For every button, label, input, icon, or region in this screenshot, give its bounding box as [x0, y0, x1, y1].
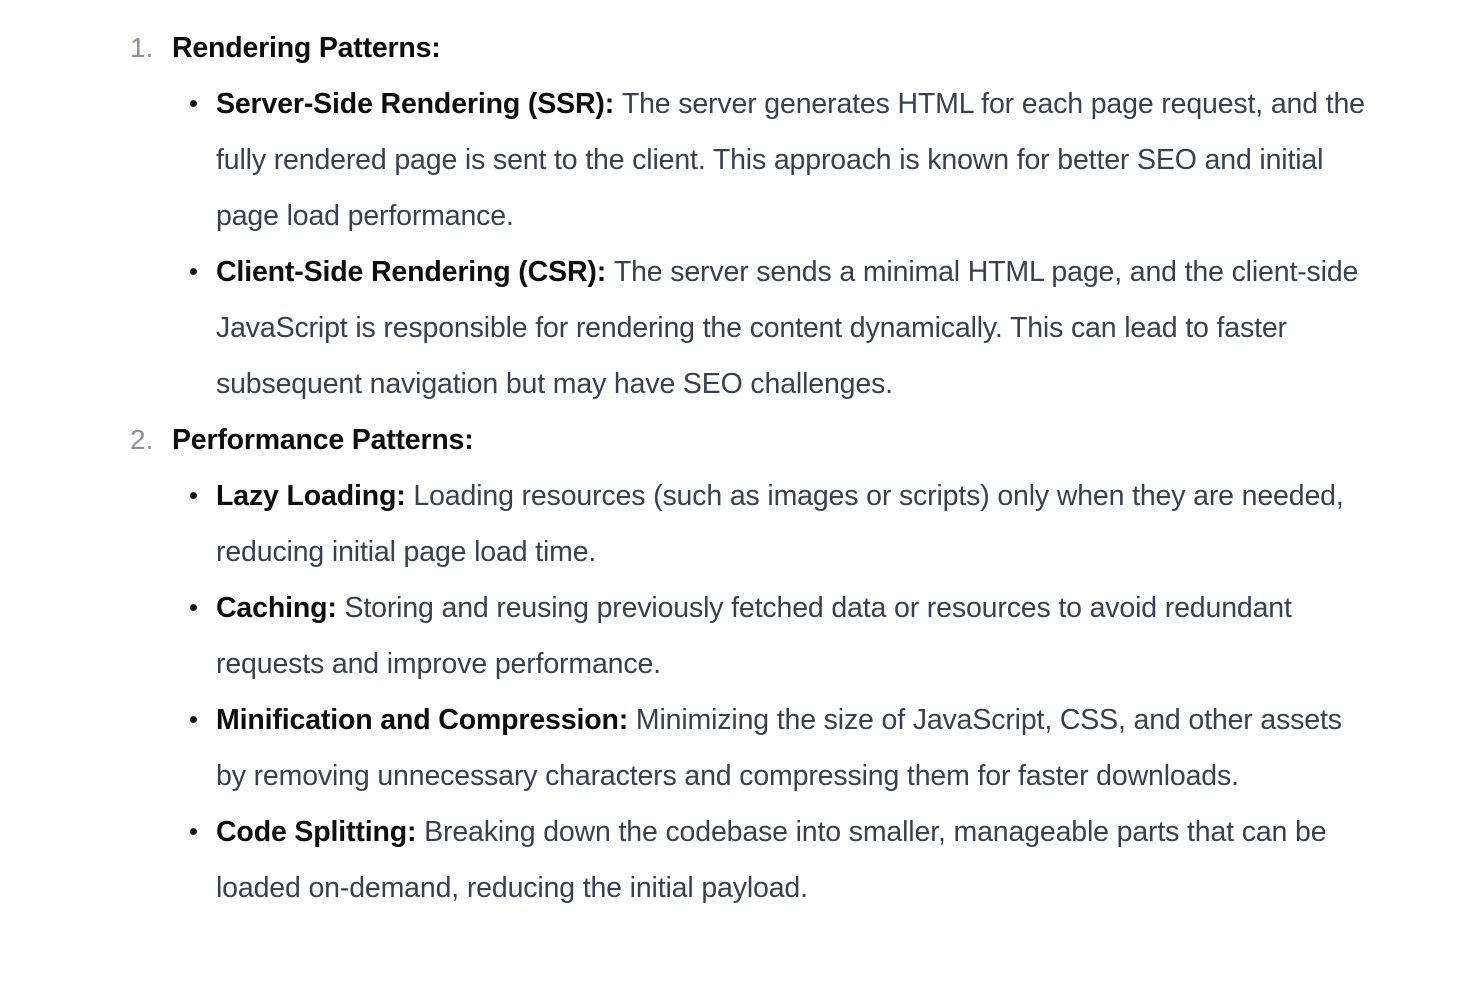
- bullet-icon: [190, 492, 197, 499]
- response-content: 1. Rendering Patterns: Server-Side Rende…: [0, 20, 1470, 916]
- section-header: 1. Rendering Patterns:: [0, 20, 1470, 76]
- item-term: Lazy Loading:: [216, 480, 414, 512]
- bullet-icon: [190, 604, 197, 611]
- list-item-lazy-loading: Lazy Loading: Loading resources (such as…: [0, 468, 1376, 580]
- item-term: Code Splitting:: [216, 816, 425, 848]
- list-item-caching: Caching: Storing and reusing previously …: [0, 580, 1376, 692]
- bullet-icon: [190, 716, 197, 723]
- section-number: 1.: [130, 32, 154, 63]
- section-title: Rendering Patterns:: [172, 32, 441, 64]
- list-item-code-splitting: Code Splitting: Breaking down the codeba…: [0, 804, 1376, 916]
- section-header: 2. Performance Patterns:: [0, 412, 1470, 468]
- bullet-icon: [190, 268, 197, 275]
- section-performance-patterns: 2. Performance Patterns: Lazy Loading: L…: [0, 412, 1470, 916]
- bullet-icon: [190, 828, 197, 835]
- section-number: 2.: [130, 424, 154, 455]
- section-rendering-patterns: 1. Rendering Patterns: Server-Side Rende…: [0, 20, 1470, 412]
- list-item-minification: Minification and Compression: Minimizing…: [0, 692, 1376, 804]
- item-term: Server-Side Rendering (SSR):: [216, 88, 622, 120]
- bullet-icon: [190, 100, 197, 107]
- list-item-ssr: Server-Side Rendering (SSR): The server …: [0, 76, 1376, 244]
- item-term: Minification and Compression:: [216, 704, 636, 736]
- item-description: Storing and reusing previously fetched d…: [216, 592, 1292, 680]
- item-term: Client-Side Rendering (CSR):: [216, 256, 614, 288]
- list-item-csr: Client-Side Rendering (CSR): The server …: [0, 244, 1376, 412]
- section-title: Performance Patterns:: [172, 424, 474, 456]
- item-term: Caching:: [216, 592, 345, 624]
